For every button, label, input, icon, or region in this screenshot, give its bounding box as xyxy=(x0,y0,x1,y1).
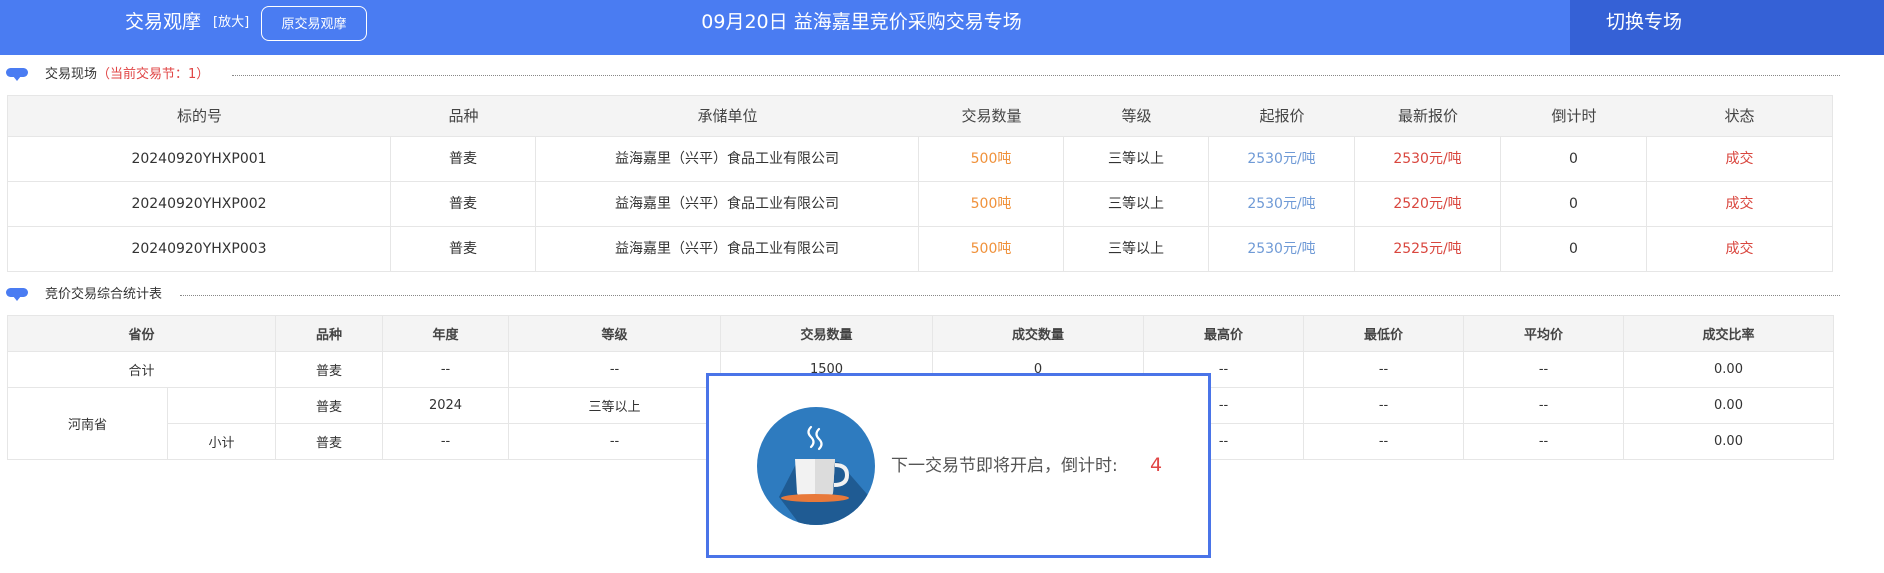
min-price: -- xyxy=(1303,387,1465,424)
coffee-cup-icon xyxy=(757,407,875,525)
col-header: 等级 xyxy=(508,315,722,352)
col-header: 平均价 xyxy=(1463,315,1625,352)
avg-price: -- xyxy=(1463,387,1625,424)
col-header: 状态 xyxy=(1724,107,1755,125)
storage-unit: 益海嘉里（兴平）食品工业有限公司 xyxy=(536,227,919,271)
col-header: 最新报价 xyxy=(1397,107,1458,125)
grade: -- xyxy=(508,351,722,388)
current-round-label: （当前交易节：1） xyxy=(97,67,210,82)
variety: 普麦 xyxy=(391,227,536,271)
table-row[interactable]: 20240920YHXP002 普麦 益海嘉里（兴平）食品工业有限公司 500吨… xyxy=(8,181,1832,226)
chat-bubble-icon xyxy=(6,68,28,81)
col-header: 最低价 xyxy=(1303,315,1465,352)
col-header: 最高价 xyxy=(1143,315,1305,352)
table-row[interactable]: 20240920YHXP001 普麦 益海嘉里（兴平）食品工业有限公司 500吨… xyxy=(8,136,1832,181)
col-header: 等级 xyxy=(1121,107,1152,125)
section-divider xyxy=(232,75,1840,76)
col-header: 成交数量 xyxy=(932,315,1145,352)
latest-price: 2530元/吨 xyxy=(1355,137,1501,181)
avg-price: -- xyxy=(1463,351,1625,388)
variety: 普麦 xyxy=(391,182,536,226)
col-header: 交易数量 xyxy=(720,315,934,352)
section-statistics-title: 竞价交易综合统计表 xyxy=(0,284,1840,306)
section-divider xyxy=(180,295,1840,296)
col-header: 交易数量 xyxy=(961,107,1022,125)
col-header: 承储单位 xyxy=(697,107,758,125)
next-round-popup: 下一交易节即将开启，倒计时: 4 xyxy=(706,373,1211,558)
start-price: 2530元/吨 xyxy=(1209,182,1355,226)
zoom-link[interactable]: [放大] xyxy=(213,14,249,32)
col-header: 品种 xyxy=(448,107,479,125)
variety: 普麦 xyxy=(275,387,384,424)
live-trading-table: 标的号 品种 承储单位 交易数量 等级 起报价 最新报价 倒计时 状态 2024… xyxy=(7,95,1833,272)
section-live-trading-title: 交易现场（当前交易节：1） xyxy=(0,64,1840,86)
status-badge: 成交 xyxy=(1725,241,1754,257)
grade: 三等以上 xyxy=(1064,182,1209,226)
latest-price: 2525元/吨 xyxy=(1355,227,1501,271)
lot-id: 20240920YHXP002 xyxy=(8,182,391,226)
grade: -- xyxy=(508,423,722,460)
year: -- xyxy=(382,351,510,388)
lot-id: 20240920YHXP003 xyxy=(8,227,391,271)
variety: 普麦 xyxy=(391,137,536,181)
table-row[interactable]: 20240920YHXP003 普麦 益海嘉里（兴平）食品工业有限公司 500吨… xyxy=(8,226,1832,271)
quantity: 500吨 xyxy=(919,182,1064,226)
total-label: 合计 xyxy=(6,351,277,388)
switch-session-button[interactable]: 切换专场 xyxy=(1570,0,1884,55)
section-title-text: 交易现场 xyxy=(45,67,98,82)
col-header: 成交比率 xyxy=(1623,315,1835,352)
grade: 三等以上 xyxy=(508,387,722,424)
top-header: 交易观摩 [放大] 原交易观摩 09月20日 益海嘉里竞价采购交易专场 切换专场 xyxy=(0,0,1884,55)
table-header: 标的号 品种 承储单位 交易数量 等级 起报价 最新报价 倒计时 状态 xyxy=(8,96,1832,136)
col-header: 标的号 xyxy=(176,107,222,125)
min-price: -- xyxy=(1303,423,1465,460)
province: 河南省 xyxy=(7,387,168,460)
latest-price: 2520元/吨 xyxy=(1355,182,1501,226)
sub-label xyxy=(166,387,277,424)
deal-ratio: 0.00 xyxy=(1623,423,1835,460)
table-header: 省份 品种 年度 等级 交易数量 成交数量 最高价 最低价 平均价 成交比率 xyxy=(6,315,1835,352)
deal-ratio: 0.00 xyxy=(1623,351,1835,388)
app-title: 交易观摩 xyxy=(125,11,202,33)
chat-bubble-icon xyxy=(6,288,28,301)
start-price: 2530元/吨 xyxy=(1209,137,1355,181)
countdown: 0 xyxy=(1501,227,1647,271)
year: 2024 xyxy=(382,387,510,424)
col-header: 省份 xyxy=(6,315,277,352)
col-header: 倒计时 xyxy=(1551,107,1597,125)
lot-id: 20240920YHXP001 xyxy=(8,137,391,181)
deal-ratio: 0.00 xyxy=(1623,387,1835,424)
quantity: 500吨 xyxy=(919,227,1064,271)
variety: 普麦 xyxy=(275,423,384,460)
variety: 普麦 xyxy=(275,351,384,388)
next-round-message: 下一交易节即将开启，倒计时: xyxy=(891,456,1118,476)
col-header: 年度 xyxy=(382,315,510,352)
storage-unit: 益海嘉里（兴平）食品工业有限公司 xyxy=(536,137,919,181)
page-title: 09月20日 益海嘉里竞价采购交易专场 xyxy=(701,11,1022,33)
quantity: 500吨 xyxy=(919,137,1064,181)
subtotal-label: 小计 xyxy=(166,423,277,460)
col-header: 起报价 xyxy=(1259,107,1305,125)
status-badge: 成交 xyxy=(1725,151,1754,167)
col-header: 品种 xyxy=(275,315,384,352)
section-title-text: 竞价交易综合统计表 xyxy=(45,287,163,302)
min-price: -- xyxy=(1303,351,1465,388)
grade: 三等以上 xyxy=(1064,137,1209,181)
countdown: 0 xyxy=(1501,137,1647,181)
original-view-button[interactable]: 原交易观摩 xyxy=(261,6,367,41)
status-badge: 成交 xyxy=(1725,196,1754,212)
avg-price: -- xyxy=(1463,423,1625,460)
storage-unit: 益海嘉里（兴平）食品工业有限公司 xyxy=(536,182,919,226)
start-price: 2530元/吨 xyxy=(1209,227,1355,271)
grade: 三等以上 xyxy=(1064,227,1209,271)
countdown-value: 4 xyxy=(1150,454,1163,476)
year: -- xyxy=(382,423,510,460)
countdown: 0 xyxy=(1501,182,1647,226)
